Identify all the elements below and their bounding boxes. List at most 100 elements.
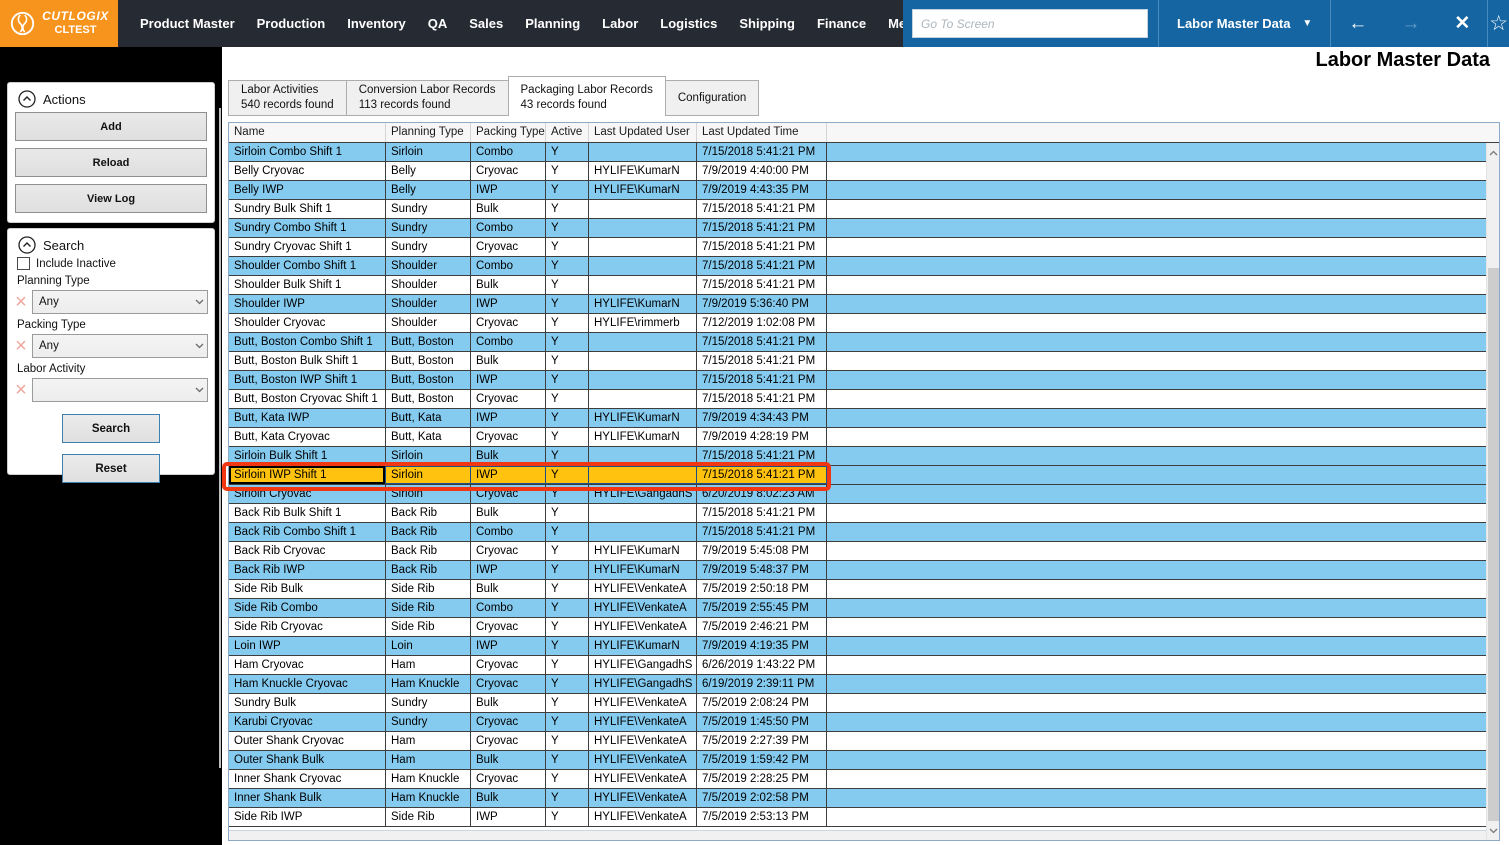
search-panel-header[interactable]: Search — [8, 229, 214, 256]
star-favorite-icon[interactable]: ☆ — [1489, 11, 1508, 36]
table-cell: 7/5/2019 2:50:18 PM — [697, 580, 827, 598]
column-header-active[interactable]: Active — [546, 123, 589, 142]
table-row[interactable]: Butt, Kata Cryovac Butt, Kata Cryovac Y HYLI… — [229, 428, 1486, 447]
menu-item-finance[interactable]: Finance — [806, 16, 877, 31]
sidebar-scrollbar[interactable] — [219, 108, 221, 768]
app-logo-text: CUTLOGIX CLTEST — [42, 9, 109, 36]
collapse-chevron-up-icon[interactable] — [18, 236, 36, 254]
packing-type-select[interactable]: Any — [32, 334, 208, 358]
table-row[interactable]: Belly IWP Belly IWP Y HYLIFE\KumarN 7/9/2019 … — [229, 181, 1486, 200]
table-row[interactable]: Ham Cryovac Ham Cryovac Y HYLIFE\GangadhS 6/2… — [229, 656, 1486, 675]
planning-type-select[interactable]: Any — [32, 290, 208, 314]
tab-configuration[interactable]: Configuration — [664, 80, 760, 116]
table-row[interactable]: Shoulder IWP Shoulder IWP Y HYLIFE\KumarN 7/9… — [229, 295, 1486, 314]
table-row[interactable]: Sundry Bulk Sundry Bulk Y HYLIFE\VenkateA 7/5… — [229, 694, 1486, 713]
table-row[interactable]: Outer Shank Cryovac Ham Cryovac Y HYLIFE\Ven… — [229, 732, 1486, 751]
table-row[interactable]: Sirloin IWP Shift 1 Sirloin IWP Y 7/15/2018 … — [229, 466, 1486, 485]
table-cell: Side Rib Cryovac — [229, 618, 386, 636]
collapse-chevron-up-icon[interactable] — [18, 90, 36, 108]
menu-item-planning[interactable]: Planning — [514, 16, 591, 31]
menu-item-labor[interactable]: Labor — [591, 16, 649, 31]
close-icon[interactable]: ✕ — [1437, 12, 1487, 35]
table-row[interactable]: Side Rib Combo Side Rib Combo Y HYLIFE\Venka… — [229, 599, 1486, 618]
clear-filter-x-icon[interactable]: × — [12, 336, 30, 356]
brand-name: CUTLOGIX — [42, 9, 109, 24]
table-row[interactable]: Sirloin Cryovac Sirloin Cryovac Y HYLIFE\Gan… — [229, 485, 1486, 504]
table-row[interactable]: Side Rib IWP Side Rib IWP Y HYLIFE\VenkateA 7… — [229, 808, 1486, 827]
include-inactive-checkbox[interactable] — [17, 257, 30, 270]
table-row[interactable]: Shoulder Cryovac Shoulder Cryovac Y HYLIFE\r… — [229, 314, 1486, 333]
menu-item-product-master[interactable]: Product Master — [129, 16, 246, 31]
menu-item-logistics[interactable]: Logistics — [649, 16, 728, 31]
reset-button[interactable]: Reset — [62, 454, 160, 483]
menu-item-production[interactable]: Production — [246, 16, 337, 31]
labor-activity-select[interactable] — [32, 378, 208, 402]
view-log-button[interactable]: View Log — [15, 184, 207, 213]
table-row[interactable]: Butt, Boston IWP Shift 1 Butt, Boston IWP Y… — [229, 371, 1486, 390]
table-cell: 7/5/2019 2:55:45 PM — [697, 599, 827, 617]
table-row[interactable]: Back Rib IWP Back Rib IWP Y HYLIFE\KumarN 7/9… — [229, 561, 1486, 580]
table-row[interactable]: Butt, Boston Combo Shift 1 Butt, Boston Co… — [229, 333, 1486, 352]
table-row[interactable]: Belly Cryovac Belly Cryovac Y HYLIFE\KumarN 7… — [229, 162, 1486, 181]
table-cell: Butt, Boston Bulk Shift 1 — [229, 352, 386, 370]
table-row[interactable]: Shoulder Combo Shift 1 Shoulder Combo Y 7/15… — [229, 257, 1486, 276]
table-cell: IWP — [471, 181, 546, 199]
tab-labor-activities[interactable]: Labor Activities 540 records found — [228, 80, 347, 116]
vertical-scrollbar-thumb[interactable] — [1488, 268, 1499, 821]
include-inactive-option[interactable]: Include Inactive — [8, 256, 214, 272]
menu-item-sales[interactable]: Sales — [458, 16, 514, 31]
table-row[interactable]: Loin IWP Loin IWP Y HYLIFE\KumarN 7/9/2019 4:… — [229, 637, 1486, 656]
column-header-planning-type[interactable]: Planning Type — [386, 123, 471, 142]
table-row[interactable]: Back Rib Bulk Shift 1 Back Rib Bulk Y 7/15/2… — [229, 504, 1486, 523]
tab-packaging-labor-records[interactable]: Packaging Labor Records 43 records found — [507, 76, 666, 116]
table-row[interactable]: Sundry Combo Shift 1 Sundry Combo Y 7/15/201… — [229, 219, 1486, 238]
table-cell: Shoulder — [386, 257, 471, 275]
clear-filter-x-icon[interactable]: × — [12, 380, 30, 400]
menu-item-inventory[interactable]: Inventory — [336, 16, 417, 31]
add-button[interactable]: Add — [15, 112, 207, 141]
horizontal-scrollbar[interactable] — [229, 830, 1486, 840]
back-arrow-icon[interactable]: ← — [1331, 13, 1384, 35]
scroll-up-icon[interactable] — [1487, 145, 1499, 160]
table-row[interactable]: Outer Shank Bulk Ham Bulk Y HYLIFE\VenkateA 7… — [229, 751, 1486, 770]
table-row[interactable]: Side Rib Bulk Side Rib Bulk Y HYLIFE\Venkate… — [229, 580, 1486, 599]
planning-type-filter: × Any — [8, 290, 214, 316]
table-row[interactable]: Sundry Bulk Shift 1 Sundry Bulk Y 7/15/2018 … — [229, 200, 1486, 219]
column-header-name[interactable]: Name — [229, 123, 386, 142]
column-header-last-updated-time[interactable]: Last Updated Time — [697, 123, 827, 142]
tab-conversion-labor-records[interactable]: Conversion Labor Records 113 records foun… — [345, 80, 509, 116]
actions-panel: Actions Add Reload View Log — [7, 82, 215, 223]
tab-label: Conversion Labor Records — [358, 84, 496, 96]
goto-screen-input[interactable] — [912, 9, 1148, 38]
table-row[interactable]: Inner Shank Bulk Ham Knuckle Bulk Y HYLIFE\V… — [229, 789, 1486, 808]
table-row[interactable]: Back Rib Combo Shift 1 Back Rib Combo Y 7/15… — [229, 523, 1486, 542]
table-cell: Shoulder Combo Shift 1 — [229, 257, 386, 275]
table-row[interactable]: Inner Shank Cryovac Ham Knuckle Cryovac Y HY… — [229, 770, 1486, 789]
table-row[interactable]: Butt, Kata IWP Butt, Kata IWP Y HYLIFE\Kumar… — [229, 409, 1486, 428]
table-row[interactable]: Karubi Cryovac Sundry Cryovac Y HYLIFE\Venka… — [229, 713, 1486, 732]
search-button[interactable]: Search — [62, 414, 160, 443]
table-row[interactable]: Sirloin Combo Shift 1 Sirloin Combo Y 7/15/2… — [229, 143, 1486, 162]
table-row[interactable]: Butt, Boston Bulk Shift 1 Butt, Boston Bul… — [229, 352, 1486, 371]
app-logo[interactable]: CUTLOGIX CLTEST — [0, 0, 118, 47]
vertical-scrollbar[interactable] — [1486, 143, 1499, 840]
table-row[interactable]: Sundry Cryovac Shift 1 Sundry Cryovac Y 7/15… — [229, 238, 1486, 257]
table-cell: Butt, Boston — [386, 352, 471, 370]
column-header-last-updated-user[interactable]: Last Updated User — [589, 123, 697, 142]
table-row[interactable]: Sirloin Bulk Shift 1 Sirloin Bulk Y 7/15/201… — [229, 447, 1486, 466]
reload-button[interactable]: Reload — [15, 148, 207, 177]
actions-panel-header[interactable]: Actions — [8, 83, 214, 112]
menu-item-qa[interactable]: QA — [417, 16, 459, 31]
menu-item-shipping[interactable]: Shipping — [728, 16, 806, 31]
table-row[interactable]: Butt, Boston Cryovac Shift 1 Butt, Boston… — [229, 390, 1486, 409]
table-row[interactable]: Ham Knuckle Cryovac Ham Knuckle Cryovac Y HY… — [229, 675, 1486, 694]
table-row[interactable]: Side Rib Cryovac Side Rib Cryovac Y HYLIFE\V… — [229, 618, 1486, 637]
left-sidebar: Actions Add Reload View Log Search Include… — [0, 47, 222, 845]
table-row[interactable]: Shoulder Bulk Shift 1 Shoulder Bulk Y 7/15/2… — [229, 276, 1486, 295]
screen-selector-dropdown[interactable]: Labor Master Data ▼ — [1159, 0, 1330, 47]
table-row[interactable]: Back Rib Cryovac Back Rib Cryovac Y HYLIFE\K… — [229, 542, 1486, 561]
forward-arrow-icon[interactable]: → — [1384, 13, 1437, 35]
scroll-down-icon[interactable] — [1487, 823, 1499, 838]
column-header-packing-type[interactable]: Packing Type — [471, 123, 546, 142]
clear-filter-x-icon[interactable]: × — [12, 292, 30, 312]
